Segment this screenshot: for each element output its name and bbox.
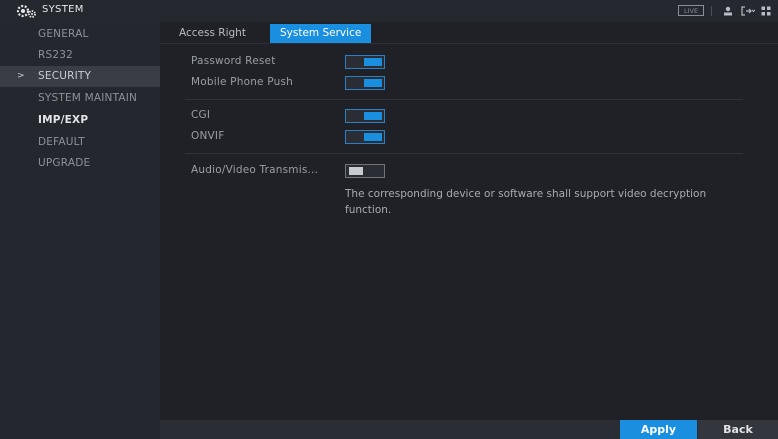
av-transmission-note: The corresponding device or software sha…	[345, 188, 707, 216]
back-button[interactable]: Back	[698, 420, 778, 439]
title-bar: SYSTEM LIVE	[0, 0, 778, 23]
main-panel: Access Right System Service Password Res…	[160, 22, 778, 439]
password-reset-toggle[interactable]	[345, 55, 385, 69]
section-divider	[185, 99, 743, 100]
sidebar-item-label: RS232	[38, 49, 74, 61]
mobile-push-label: Mobile Phone Push	[191, 76, 293, 88]
grid-menu-icon[interactable]	[760, 4, 772, 18]
av-transmission-label: Audio/Video Transmis...	[191, 164, 319, 176]
sidebar-item-rs232[interactable]: RS232	[0, 45, 160, 66]
toggle-knob	[349, 167, 363, 175]
apply-button[interactable]: Apply	[620, 420, 697, 439]
titlebar-divider	[711, 6, 712, 16]
sidebar-item-label: SECURITY	[38, 70, 92, 82]
password-reset-label: Password Reset	[191, 55, 276, 67]
cgi-label: CGI	[191, 109, 211, 121]
sidebar-item-upgrade[interactable]: UPGRADE	[0, 153, 160, 174]
sidebar-item-imp-exp[interactable]: IMP/EXP	[0, 110, 160, 131]
sidebar-item-security[interactable]: > SECURITY	[0, 66, 160, 87]
tab-bar: Access Right System Service	[160, 22, 778, 44]
sidebar-item-label: UPGRADE	[38, 157, 91, 169]
toggle-knob	[364, 112, 382, 120]
toggle-knob	[364, 133, 382, 141]
sidebar: GENERAL RS232 > SECURITY SYSTEM MAINTAIN…	[0, 22, 160, 439]
tab-system-service[interactable]: System Service	[270, 24, 372, 43]
sidebar-item-label: SYSTEM MAINTAIN	[38, 92, 138, 104]
sidebar-item-general[interactable]: GENERAL	[0, 24, 160, 45]
toggle-knob	[364, 79, 382, 87]
sidebar-item-label: DEFAULT	[38, 136, 85, 148]
onvif-toggle[interactable]	[345, 130, 385, 144]
mobile-push-toggle[interactable]	[345, 76, 385, 90]
system-gears-icon	[15, 3, 39, 19]
app-title: SYSTEM	[42, 4, 84, 15]
section-divider	[185, 153, 743, 154]
onvif-label: ONVIF	[191, 130, 225, 142]
toggle-knob	[364, 58, 382, 66]
sidebar-item-label: IMP/EXP	[38, 114, 89, 126]
live-button[interactable]: LIVE	[678, 5, 704, 16]
bottom-bar: Apply Back	[160, 420, 778, 439]
sidebar-item-label: GENERAL	[38, 28, 89, 40]
sidebar-item-system-maintain[interactable]: SYSTEM MAINTAIN	[0, 88, 160, 109]
cgi-toggle[interactable]	[345, 109, 385, 123]
sidebar-item-default[interactable]: DEFAULT	[0, 132, 160, 153]
chevron-right-icon: >	[17, 71, 25, 81]
logout-icon[interactable]	[740, 4, 756, 18]
tab-access-right[interactable]: Access Right	[169, 24, 256, 43]
av-transmission-toggle[interactable]	[345, 164, 385, 178]
user-icon[interactable]	[722, 4, 734, 18]
